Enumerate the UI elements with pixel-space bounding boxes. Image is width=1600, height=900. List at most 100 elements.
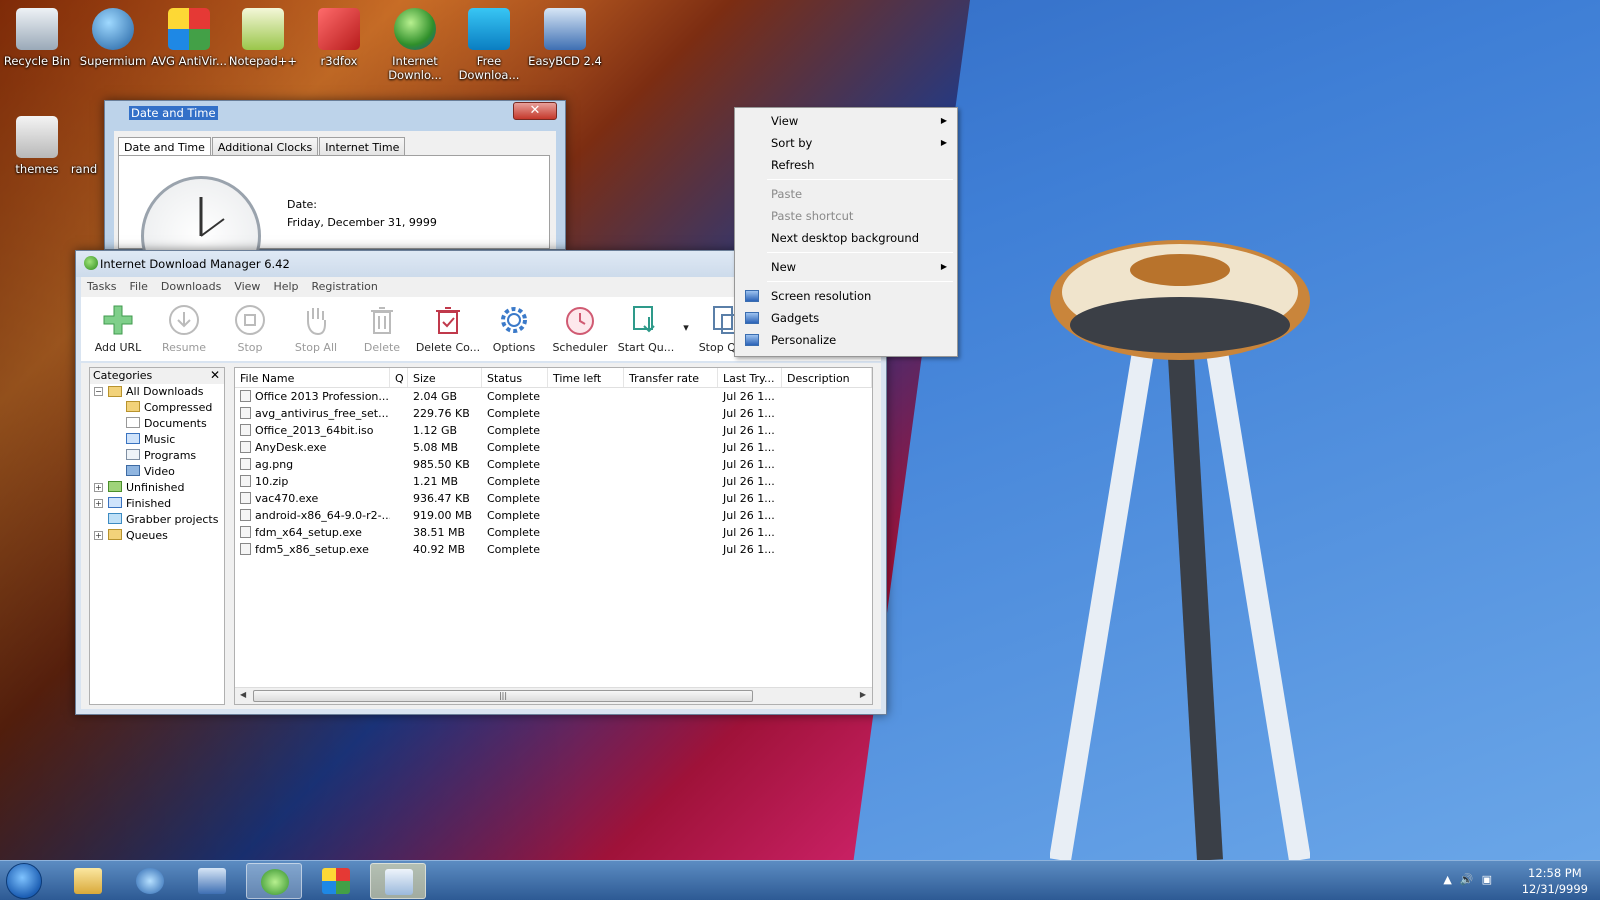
stop-button[interactable]: Stop xyxy=(217,297,283,361)
resume-button[interactable]: Resume xyxy=(151,297,217,361)
scheduler-button[interactable]: Scheduler xyxy=(547,297,613,361)
menu-downloads[interactable]: Downloads xyxy=(161,280,221,297)
menu-item-paste-shortcut[interactable]: Paste shortcut xyxy=(737,205,955,227)
table-row[interactable]: 10.zip 1.21 MB Complete Jul 26 1... xyxy=(235,473,872,490)
taskbar-avg[interactable] xyxy=(308,863,364,899)
category-video[interactable]: Video xyxy=(90,464,224,480)
scroll-thumb[interactable]: ||| xyxy=(253,690,753,702)
tray-clock[interactable]: 12:58 PM 12/31/9999 xyxy=(1522,865,1588,897)
menu-registration[interactable]: Registration xyxy=(312,280,378,297)
category-music[interactable]: Music xyxy=(90,432,224,448)
tab-panel: Date: Friday, December 31, 9999 xyxy=(118,155,550,296)
tab-additional-clocks[interactable]: Additional Clocks xyxy=(211,137,319,157)
table-row[interactable]: android-x86_64-9.0-r2-... 919.00 MB Comple… xyxy=(235,507,872,524)
show-hidden-icons-icon[interactable]: ▲ xyxy=(1443,873,1459,886)
toolbar-label: Scheduler xyxy=(552,341,608,354)
table-row[interactable]: ag.png 985.50 KB Complete Jul 26 1... xyxy=(235,456,872,473)
category-finished[interactable]: + Finished xyxy=(90,496,224,512)
close-button[interactable]: ✕ xyxy=(513,102,557,120)
menu-item-gadgets[interactable]: Gadgets xyxy=(737,307,955,329)
tab-date-and-time[interactable]: Date and Time xyxy=(118,137,211,157)
category-compressed[interactable]: Compressed xyxy=(90,400,224,416)
column-time-left[interactable]: Time left xyxy=(548,368,624,387)
download-list[interactable]: File Name Q Size Status Time left Transf… xyxy=(234,367,873,705)
menu-item-screen-resolution[interactable]: Screen resolution xyxy=(737,285,955,307)
options-button[interactable]: Options xyxy=(481,297,547,361)
category-label: Compressed xyxy=(144,401,213,414)
desktop-icon-label: Recycle Bin xyxy=(3,54,71,68)
file-icon xyxy=(240,475,251,487)
menu-item-sort-by[interactable]: Sort by ▶ xyxy=(737,132,955,154)
category-queues[interactable]: + Queues xyxy=(90,528,224,544)
scroll-right-icon[interactable]: ▶ xyxy=(860,690,866,699)
network-icon[interactable]: ▣ xyxy=(1482,873,1500,886)
category-documents[interactable]: Documents xyxy=(90,416,224,432)
category-unfinished[interactable]: + Unfinished xyxy=(90,480,224,496)
menu-item-refresh[interactable]: Refresh xyxy=(737,154,955,176)
table-row[interactable]: Office_2013_64bit.iso 1.12 GB Complete Jul … xyxy=(235,422,872,439)
menu-file[interactable]: File xyxy=(129,280,147,297)
r3dfox-icon xyxy=(318,8,360,50)
menu-item-personalize[interactable]: Personalize xyxy=(737,329,955,351)
close-icon[interactable]: ✕ xyxy=(210,368,220,382)
taskbar-supermium[interactable] xyxy=(122,863,178,899)
table-row[interactable]: fdm5_x86_setup.exe 40.92 MB Complete Jul 26… xyxy=(235,541,872,558)
column-description[interactable]: Description xyxy=(782,368,872,387)
cell-text: Jul 26 1... xyxy=(723,509,775,522)
expand-icon[interactable]: + xyxy=(94,499,103,508)
column-queue[interactable]: Q xyxy=(390,368,408,387)
desktop-icon-recycle-bin[interactable]: Recycle Bin xyxy=(0,8,76,68)
desktop-icon-label: EasyBCD 2.4 xyxy=(528,54,602,68)
clock-time: 12:58 PM xyxy=(1528,866,1582,880)
menu-item-next-desktop-background[interactable]: Next desktop background xyxy=(737,227,955,249)
menu-view[interactable]: View xyxy=(234,280,260,297)
delete-completed-button[interactable]: Delete Co... xyxy=(415,297,481,361)
expand-icon[interactable]: + xyxy=(94,531,103,540)
desktop-icon-supermium[interactable]: Supermium xyxy=(74,8,152,68)
category-grabber-projects[interactable]: Grabber projects xyxy=(90,512,224,528)
desktop-icon-label: Supermium xyxy=(79,54,147,68)
volume-icon[interactable]: 🔊 xyxy=(1460,873,1482,886)
table-row[interactable]: avg_antivirus_free_set... 229.76 KB Comple… xyxy=(235,405,872,422)
table-row[interactable]: Office 2013 Profession... 2.04 GB Complete… xyxy=(235,388,872,405)
expand-icon[interactable]: + xyxy=(94,483,103,492)
taskbar-date-time[interactable] xyxy=(370,863,426,899)
taskbar-easybcd[interactable] xyxy=(184,863,240,899)
column-status[interactable]: Status xyxy=(482,368,548,387)
category-programs[interactable]: Programs xyxy=(90,448,224,464)
desktop-icon-fdm[interactable]: Free Downloa... xyxy=(450,8,528,82)
menu-item-view[interactable]: View ▶ xyxy=(737,110,955,132)
column-size[interactable]: Size xyxy=(408,368,482,387)
table-row[interactable]: fdm_x64_setup.exe 38.51 MB Complete Jul 26 … xyxy=(235,524,872,541)
table-row[interactable]: vac470.exe 936.47 KB Complete Jul 26 1... xyxy=(235,490,872,507)
menu-tasks[interactable]: Tasks xyxy=(87,280,116,297)
dialog-title-bar[interactable]: Date and Time xyxy=(105,101,565,127)
taskbar-idm[interactable] xyxy=(246,863,302,899)
column-transfer-rate[interactable]: Transfer rate xyxy=(624,368,718,387)
date-time-dialog[interactable]: Date and Time ✕ Date and Time Additional… xyxy=(104,100,566,296)
taskbar-explorer[interactable] xyxy=(60,863,116,899)
desktop-icon-easybcd[interactable]: EasyBCD 2.4 xyxy=(526,8,604,68)
tab-internet-time[interactable]: Internet Time xyxy=(319,137,406,157)
menu-help[interactable]: Help xyxy=(273,280,298,297)
delete-button[interactable]: Delete xyxy=(349,297,415,361)
column-last-try[interactable]: Last Try... xyxy=(718,368,782,387)
scroll-left-icon[interactable]: ◀ xyxy=(240,690,246,699)
stop-all-button[interactable]: Stop All xyxy=(283,297,349,361)
desktop-icon-rand[interactable]: rand xyxy=(64,116,104,176)
add-url-button[interactable]: Add URL xyxy=(85,297,151,361)
desktop-icon-idm[interactable]: Internet Downlo... xyxy=(376,8,454,82)
collapse-icon[interactable]: − xyxy=(94,387,103,396)
column-file-name[interactable]: File Name xyxy=(235,368,390,387)
start-queue-button[interactable]: Start Qu... xyxy=(613,297,679,361)
table-row[interactable]: AnyDesk.exe 5.08 MB Complete Jul 26 1... xyxy=(235,439,872,456)
start-button[interactable] xyxy=(6,863,42,899)
desktop-icon-notepadpp[interactable]: Notepad++ xyxy=(224,8,302,68)
horizontal-scrollbar[interactable]: ◀ ||| ▶ xyxy=(235,687,872,704)
category-all-downloads[interactable]: − All Downloads xyxy=(90,384,224,400)
menu-item-paste[interactable]: Paste xyxy=(737,183,955,205)
desktop-icon-r3dfox[interactable]: r3dfox xyxy=(300,8,378,68)
start-queue-dropdown[interactable]: ▾ xyxy=(679,297,693,361)
desktop-icon-avg[interactable]: AVG AntiVir... xyxy=(150,8,228,68)
menu-item-new[interactable]: New ▶ xyxy=(737,256,955,278)
